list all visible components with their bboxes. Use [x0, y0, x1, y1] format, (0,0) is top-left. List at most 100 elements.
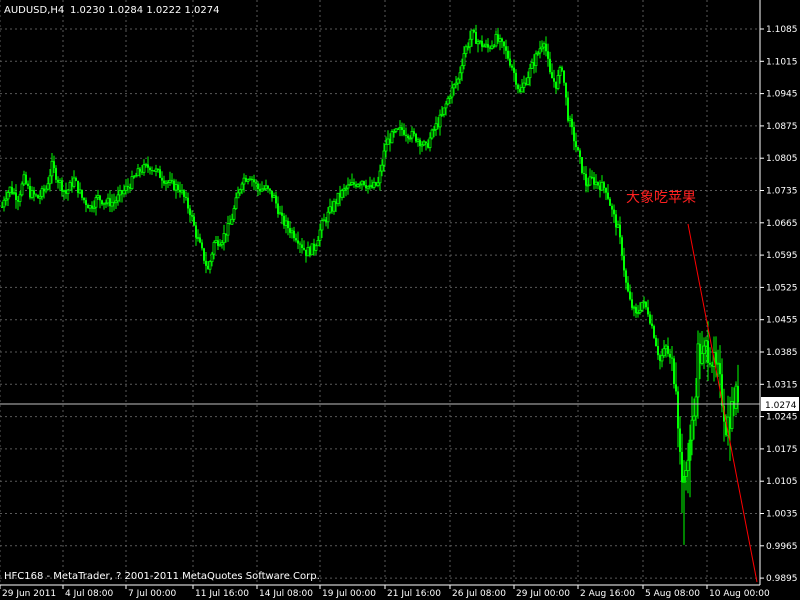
price-chart[interactable]: 1.1085 1.1015 1.0945 1.0875 1.0805 1.0735 1.06… — [0, 0, 800, 600]
y-tick-label: 1.0735 — [766, 187, 798, 197]
candle-body-up — [226, 223, 230, 236]
candle-body-up — [498, 38, 502, 42]
candle-body-down — [655, 337, 657, 347]
candle-body-down — [625, 270, 627, 283]
candle-body-up — [290, 230, 294, 234]
candle-body-down — [581, 157, 583, 173]
candle-body-down — [613, 209, 615, 215]
candle-body-up — [66, 189, 70, 195]
y-tick-label: 1.0945 — [766, 90, 798, 100]
copyright-text: HFC168 - MetaTrader, ? 2001-2011 MetaQuo… — [4, 571, 320, 582]
candle-body-down — [171, 180, 173, 182]
candle-body-down — [597, 182, 599, 186]
candle-body-up — [314, 245, 318, 251]
candle-body-down — [191, 215, 193, 217]
candle-body-up — [310, 243, 314, 256]
candle-body-down — [583, 172, 585, 174]
candle-body-up — [20, 183, 24, 196]
candle-body-up — [94, 197, 98, 208]
x-tick-label: 14 Jul 08:00 — [259, 589, 313, 599]
candle-body-up — [640, 301, 644, 311]
candle-body-down — [611, 205, 613, 210]
candle-body-down — [623, 255, 625, 271]
candle-body-up — [702, 345, 706, 354]
candle-body-down — [151, 170, 153, 172]
y-tick-label: 1.0105 — [766, 477, 798, 487]
candle-body-up — [62, 190, 66, 192]
candle-body-down — [649, 314, 651, 324]
candle-body-down — [715, 352, 717, 364]
candle-body-down — [565, 82, 567, 98]
candle-body-up — [360, 180, 364, 185]
x-tick-label: 2 Aug 16:00 — [580, 589, 635, 599]
candle-body-up — [136, 168, 140, 177]
candle-body-down — [297, 240, 299, 244]
candle-body-up — [526, 77, 530, 85]
candle-body-down — [403, 129, 405, 135]
candle-body-up — [58, 180, 62, 183]
candle-body-up — [538, 48, 542, 54]
candle-body-down — [621, 237, 623, 256]
candle-body-up — [660, 355, 664, 362]
candle-body-up — [234, 197, 238, 209]
candle-body-up — [694, 396, 698, 417]
candle-body-down — [183, 190, 185, 197]
candle-body-up — [384, 143, 388, 152]
candle-body-up — [410, 130, 414, 139]
candle-body-up — [230, 218, 234, 225]
y-tick-label: 1.1085 — [766, 25, 798, 35]
chart-background — [0, 0, 800, 600]
candle-body-up — [88, 205, 92, 209]
y-tick-label: 1.0175 — [766, 445, 798, 455]
y-tick-label: 1.0385 — [766, 348, 798, 358]
candle-body-down — [719, 363, 721, 375]
candle-body-down — [503, 41, 505, 47]
candle-body-up — [452, 84, 456, 89]
candle-body-down — [405, 134, 407, 136]
candle-body-up — [730, 401, 734, 429]
candle-body-down — [201, 242, 203, 249]
candle-body-up — [130, 176, 134, 190]
x-tick-label: 29 Jul 00:00 — [516, 589, 570, 599]
candle-body-up — [212, 242, 216, 255]
candle-body-down — [99, 195, 101, 201]
candle-body-down — [631, 299, 633, 308]
candle-body-down — [15, 192, 17, 200]
candle-body-down — [83, 197, 85, 201]
candle-body-down — [287, 220, 289, 229]
candle-body-down — [567, 97, 569, 121]
candle-body-up — [168, 179, 172, 183]
candle-body-up — [372, 181, 376, 188]
candle-body-up — [430, 129, 434, 139]
candle-body-down — [603, 182, 605, 188]
candle-body-up — [144, 164, 148, 166]
candle-body-down — [547, 51, 549, 59]
candle-body-down — [585, 173, 587, 186]
candle-body-down — [675, 383, 677, 392]
candle-body-up — [390, 131, 394, 144]
candle-body-up — [394, 128, 398, 132]
candle-body-down — [187, 197, 189, 209]
candle-body-down — [255, 182, 257, 184]
candle-body-down — [515, 72, 517, 85]
candle-body-down — [501, 38, 503, 42]
y-tick-label: 1.0665 — [766, 219, 798, 229]
candle-body-down — [605, 187, 607, 193]
candle-body-down — [573, 127, 575, 142]
candle-body-up — [316, 239, 320, 247]
candle-body-up — [318, 229, 322, 241]
candle-body-down — [33, 190, 35, 195]
candle-body-up — [438, 114, 442, 128]
candle-body-down — [647, 307, 649, 315]
annotation-text[interactable]: 大象吃苹果 — [626, 190, 696, 206]
candle-body-down — [157, 169, 159, 171]
candle-body-down — [81, 189, 83, 198]
candle-body-down — [571, 118, 573, 128]
candle-body-up — [154, 168, 158, 172]
candle-body-down — [651, 323, 653, 327]
candle-body-down — [293, 230, 295, 239]
candle-body-up — [236, 192, 240, 199]
candle-body-up — [18, 194, 22, 202]
candle-body-up — [78, 189, 82, 194]
candle-body-down — [161, 177, 163, 181]
